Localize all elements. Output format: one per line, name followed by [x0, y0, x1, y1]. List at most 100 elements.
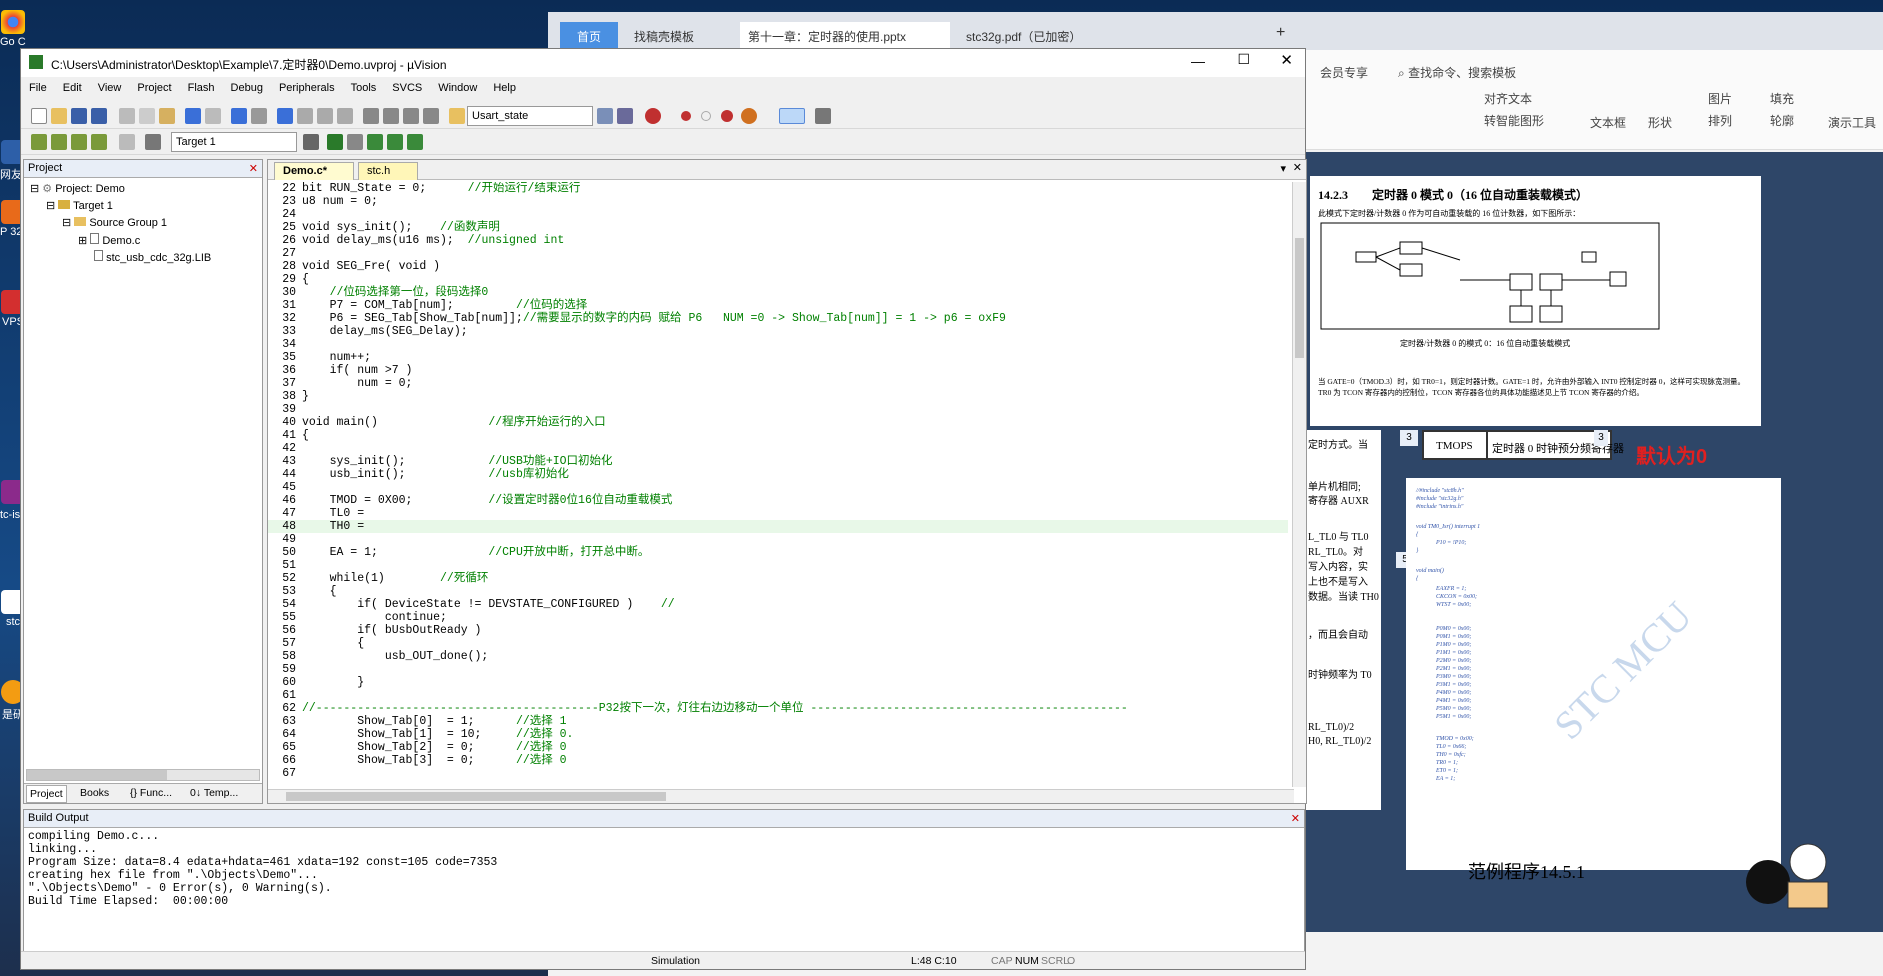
redo-icon[interactable]: [205, 108, 221, 124]
uncomment-icon[interactable]: [423, 108, 439, 124]
menu-help[interactable]: Help: [485, 79, 524, 94]
bookmark-next-icon[interactable]: [317, 108, 333, 124]
tab-demo-c[interactable]: Demo.c*: [274, 162, 354, 180]
menu-file[interactable]: File: [21, 79, 55, 94]
menu-view[interactable]: View: [90, 79, 130, 94]
tab-list-icon[interactable]: ▾: [1280, 162, 1286, 175]
translate-icon[interactable]: [31, 134, 47, 150]
maximize-icon[interactable]: ☐: [1237, 51, 1250, 68]
copy-icon[interactable]: [139, 108, 155, 124]
textbox-button[interactable]: 文本框: [1590, 114, 1626, 131]
editor-hscrollbar[interactable]: [268, 789, 1294, 803]
panel-close-icon[interactable]: ✕: [249, 162, 258, 175]
select-packs-icon[interactable]: [387, 134, 403, 150]
project-hscrollbar[interactable]: [26, 769, 260, 781]
find-combo[interactable]: Usart_state: [467, 106, 593, 126]
incremental-find-icon[interactable]: [617, 108, 633, 124]
vip-label[interactable]: 会员专享: [1320, 64, 1368, 81]
tab-templates[interactable]: 0↓ Temp...: [190, 787, 238, 799]
find-icon[interactable]: [597, 108, 613, 124]
menu-tools[interactable]: Tools: [343, 79, 385, 94]
run-time-environment-icon[interactable]: [407, 134, 423, 150]
nav-forward-icon[interactable]: [251, 108, 267, 124]
wps-tab-pdf[interactable]: stc32g.pdf（已加密）: [958, 22, 1148, 50]
file-extensions-icon[interactable]: [347, 134, 363, 150]
new-file-icon[interactable]: [31, 108, 47, 124]
tree-node-lib[interactable]: stc_usb_cdc_32g.LIB: [94, 250, 211, 264]
smartart-button[interactable]: 转智能图形: [1484, 112, 1544, 129]
target-options-icon[interactable]: [303, 134, 319, 150]
download-icon[interactable]: [145, 134, 161, 150]
menu-peripherals[interactable]: Peripherals: [271, 79, 343, 94]
outline-button[interactable]: 轮廓: [1770, 112, 1794, 129]
menu-edit[interactable]: Edit: [55, 79, 90, 94]
panel-close-icon[interactable]: ✕: [1291, 812, 1300, 825]
batch-build-icon[interactable]: [91, 134, 107, 150]
build-output-text[interactable]: compiling Demo.c... linking... Program Siz…: [24, 828, 1304, 910]
code-text: if( num >7 ): [302, 364, 413, 377]
save-all-icon[interactable]: [91, 108, 107, 124]
close-icon[interactable]: ✕: [1280, 51, 1293, 69]
configure-icon[interactable]: [815, 108, 831, 124]
arrange-button[interactable]: 排列: [1708, 112, 1732, 129]
menu-window[interactable]: Window: [430, 79, 485, 94]
tree-node-target[interactable]: ⊟ Target 1: [46, 199, 113, 212]
open-icon[interactable]: [51, 108, 67, 124]
minimize-icon[interactable]: —: [1191, 53, 1205, 69]
undo-icon[interactable]: [185, 108, 201, 124]
code-view[interactable]: 22 bit RUN_State = 0; //开始运行/结束运行 23 u8 num…: [268, 182, 1288, 787]
tree-node-label: Source Group 1: [89, 217, 167, 229]
tab-project[interactable]: Project: [26, 785, 67, 803]
paste-icon[interactable]: [159, 108, 175, 124]
breakpoint-disable-icon[interactable]: [701, 111, 711, 121]
shape-button[interactable]: 形状: [1648, 114, 1672, 131]
menu-flash[interactable]: Flash: [180, 79, 223, 94]
example-code-lines: //#include "stc8h.h" #include "stc32g.h" #…: [1415, 488, 1700, 782]
align-text-button[interactable]: 对齐文本: [1484, 90, 1532, 107]
tree-node-source-group[interactable]: ⊟ Source Group 1: [62, 216, 167, 229]
menu-project[interactable]: Project: [129, 79, 179, 94]
menu-debug[interactable]: Debug: [223, 79, 271, 94]
pack-installer-icon[interactable]: [367, 134, 383, 150]
wps-tab-template[interactable]: 找稿壳模板: [626, 22, 736, 50]
breakpoint-clear-icon[interactable]: [721, 110, 733, 122]
comment-icon[interactable]: [403, 108, 419, 124]
wps-search[interactable]: ⌕ 查找命令、搜索模板: [1398, 64, 1516, 81]
new-tab-icon[interactable]: +: [1268, 22, 1288, 50]
wps-tab-home[interactable]: 首页: [560, 22, 618, 50]
bookmark-icon[interactable]: [277, 108, 293, 124]
find-in-files-icon[interactable]: [449, 108, 465, 124]
rebuild-icon[interactable]: [71, 134, 87, 150]
editor-vscrollbar[interactable]: [1292, 182, 1306, 787]
build-icon[interactable]: [51, 134, 67, 150]
tab-books[interactable]: Books: [80, 787, 109, 799]
window-layout-icon[interactable]: [779, 108, 805, 124]
tab-stc-h[interactable]: stc.h: [358, 162, 418, 180]
unindent-icon[interactable]: [383, 108, 399, 124]
line-number: 48: [282, 520, 296, 533]
menu-svcs[interactable]: SVCS: [384, 79, 430, 94]
bookmark-prev-icon[interactable]: [297, 108, 313, 124]
stop-build-icon[interactable]: [119, 134, 135, 150]
fill-button[interactable]: 填充: [1770, 90, 1794, 107]
code-line: 56 if( bUsbOutReady ): [268, 624, 1288, 637]
tree-node-demo-c[interactable]: ⊞ Demo.c: [78, 233, 140, 247]
wps-tab-pptx[interactable]: 第十一章：定时器的使用.pptx: [740, 22, 950, 50]
bookmark-clear-icon[interactable]: [337, 108, 353, 124]
indent-icon[interactable]: [363, 108, 379, 124]
line-number: 23: [282, 195, 296, 208]
tree-node-project[interactable]: ⊟ ⚙ Project: Demo: [30, 182, 125, 195]
chrome-desktop-icon[interactable]: Go Chr: [0, 10, 26, 48]
editor-close-icon[interactable]: ✕: [1293, 161, 1302, 174]
cut-icon[interactable]: [119, 108, 135, 124]
breakpoint-kill-icon[interactable]: [741, 108, 757, 124]
nav-back-icon[interactable]: [231, 108, 247, 124]
breakpoint-icon[interactable]: [681, 111, 691, 121]
tab-functions[interactable]: {} Func...: [130, 787, 172, 799]
save-icon[interactable]: [71, 108, 87, 124]
debug-start-icon[interactable]: [645, 108, 661, 124]
picture-button[interactable]: 图片: [1708, 90, 1732, 107]
present-tools-button[interactable]: 演示工具: [1828, 114, 1876, 131]
manage-components-icon[interactable]: [327, 134, 343, 150]
target-combo[interactable]: Target 1: [171, 132, 297, 152]
